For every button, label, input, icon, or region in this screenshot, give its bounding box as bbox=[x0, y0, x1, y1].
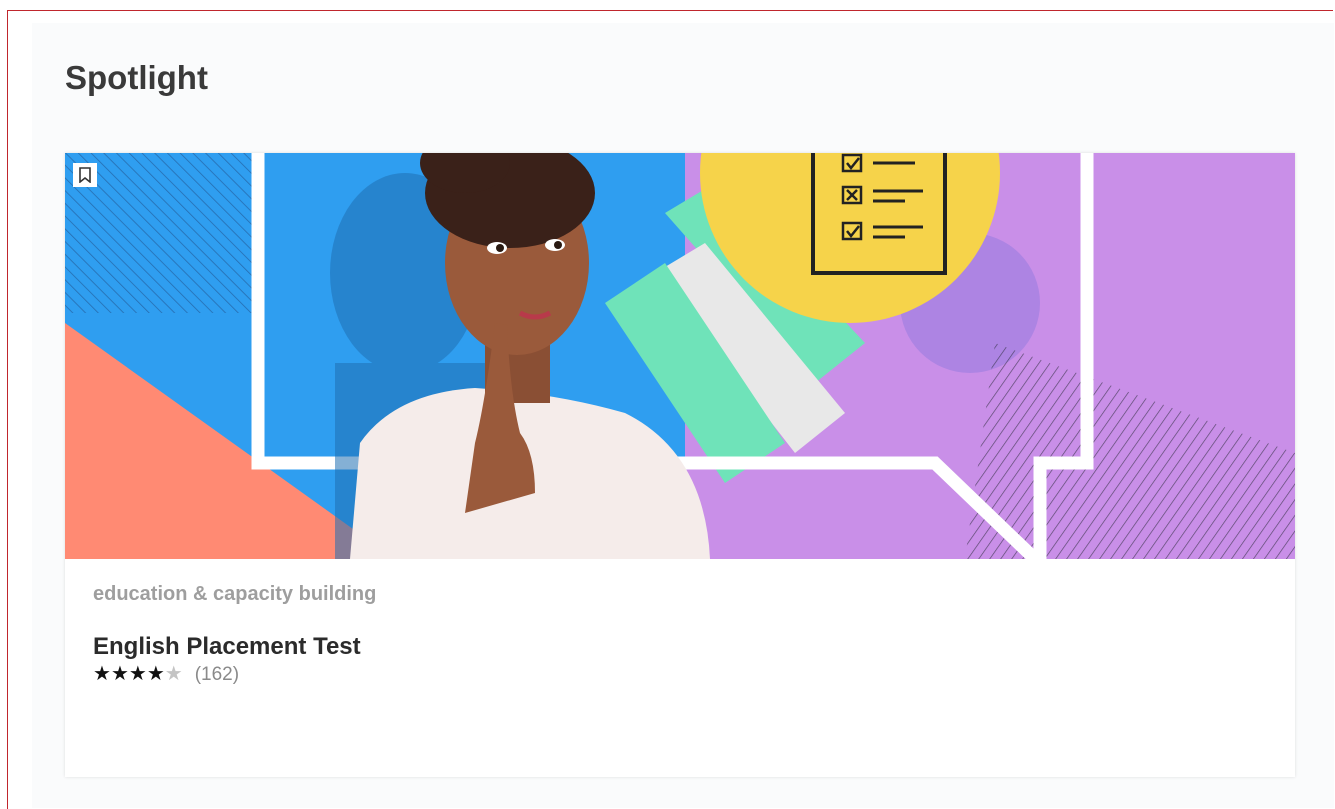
star-filled-icon: ★ bbox=[93, 663, 111, 685]
bookmark-icon bbox=[79, 167, 91, 183]
course-title[interactable]: English Placement Test bbox=[93, 633, 361, 661]
course-rating: ★★★★★ (162) bbox=[93, 663, 239, 686]
star-rating: ★★★★★ bbox=[93, 663, 183, 686]
rating-count: (162) bbox=[194, 663, 240, 685]
spotlight-panel: Spotlight education & capacity building … bbox=[32, 23, 1334, 808]
star-filled-icon: ★ bbox=[128, 663, 147, 685]
course-category: education & capacity building bbox=[93, 583, 377, 605]
star-filled-icon: ★ bbox=[110, 663, 129, 685]
course-image[interactable] bbox=[65, 153, 1295, 559]
bookmark-button[interactable] bbox=[73, 163, 97, 187]
course-card[interactable]: education & capacity building English Pl… bbox=[65, 153, 1295, 777]
page-frame: Spotlight education & capacity building … bbox=[7, 10, 1334, 809]
star-filled-icon: ★ bbox=[146, 663, 165, 685]
section-title: Spotlight bbox=[65, 59, 208, 96]
star-empty-icon: ★ bbox=[164, 663, 183, 685]
